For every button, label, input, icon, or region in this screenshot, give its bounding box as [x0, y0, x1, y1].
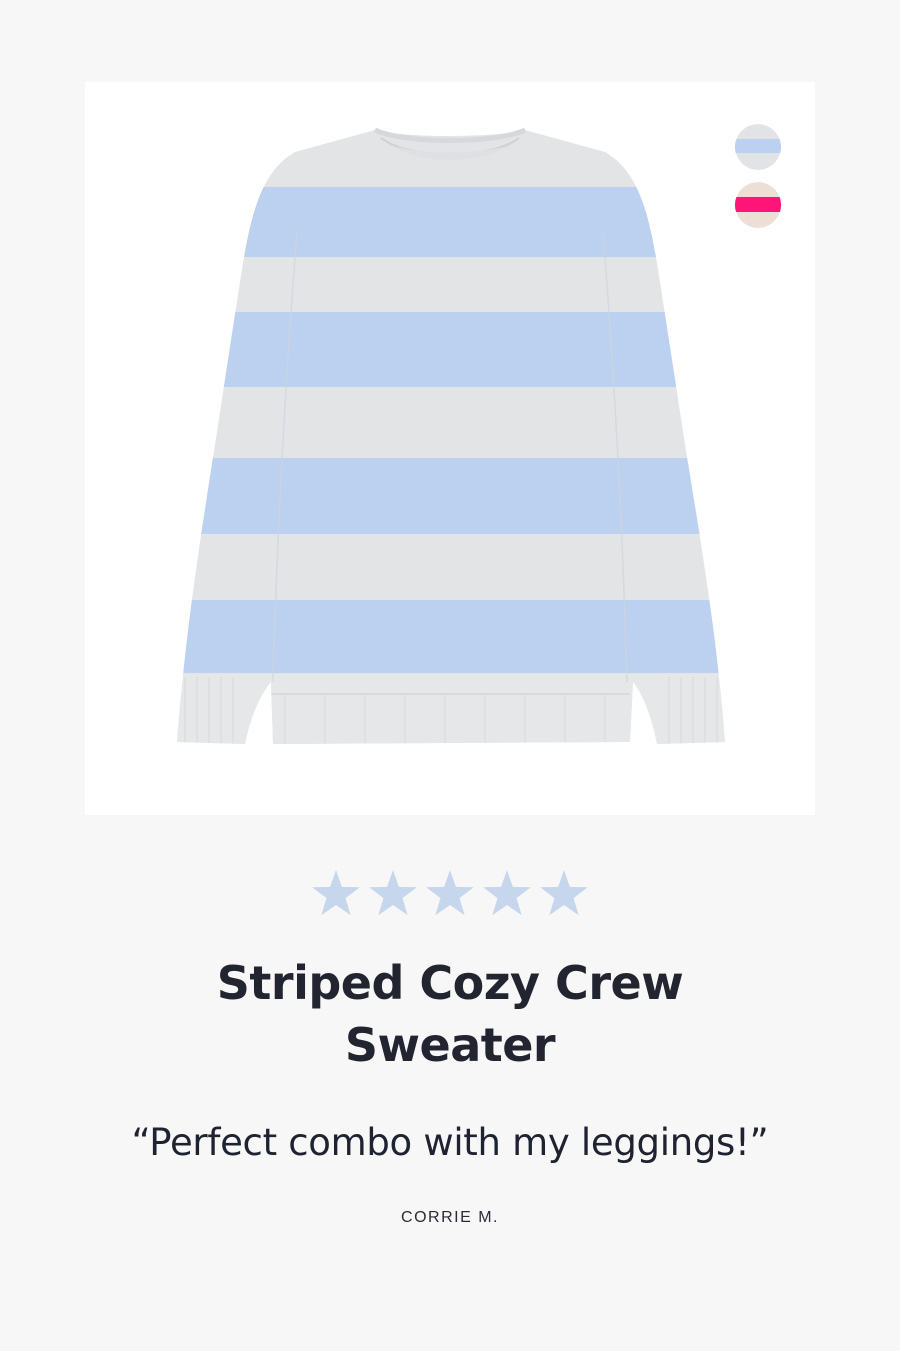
swatch-blue-grey[interactable] [735, 124, 781, 170]
color-swatches [735, 124, 781, 240]
swatch-pink-oat-icon [735, 182, 781, 228]
swatch-blue-grey-icon [735, 124, 781, 170]
star-icon [426, 870, 474, 916]
star-icon [483, 870, 531, 916]
sweater-body [177, 130, 725, 744]
review-author: CORRIE M. [401, 1209, 499, 1226]
striped-sweater-icon [177, 127, 725, 744]
star-icon [540, 870, 588, 916]
rating-stars [0, 866, 900, 922]
product-title: Striped Cozy Crew Sweater [216, 956, 684, 1072]
swatch-pink-oat[interactable] [735, 182, 781, 228]
rating-stars-svg [312, 870, 588, 916]
star-icon [369, 870, 417, 916]
review-quote: “Perfect combo with my leggings!” [131, 1121, 769, 1164]
star-icon [312, 870, 360, 916]
product-image-card [85, 82, 815, 815]
